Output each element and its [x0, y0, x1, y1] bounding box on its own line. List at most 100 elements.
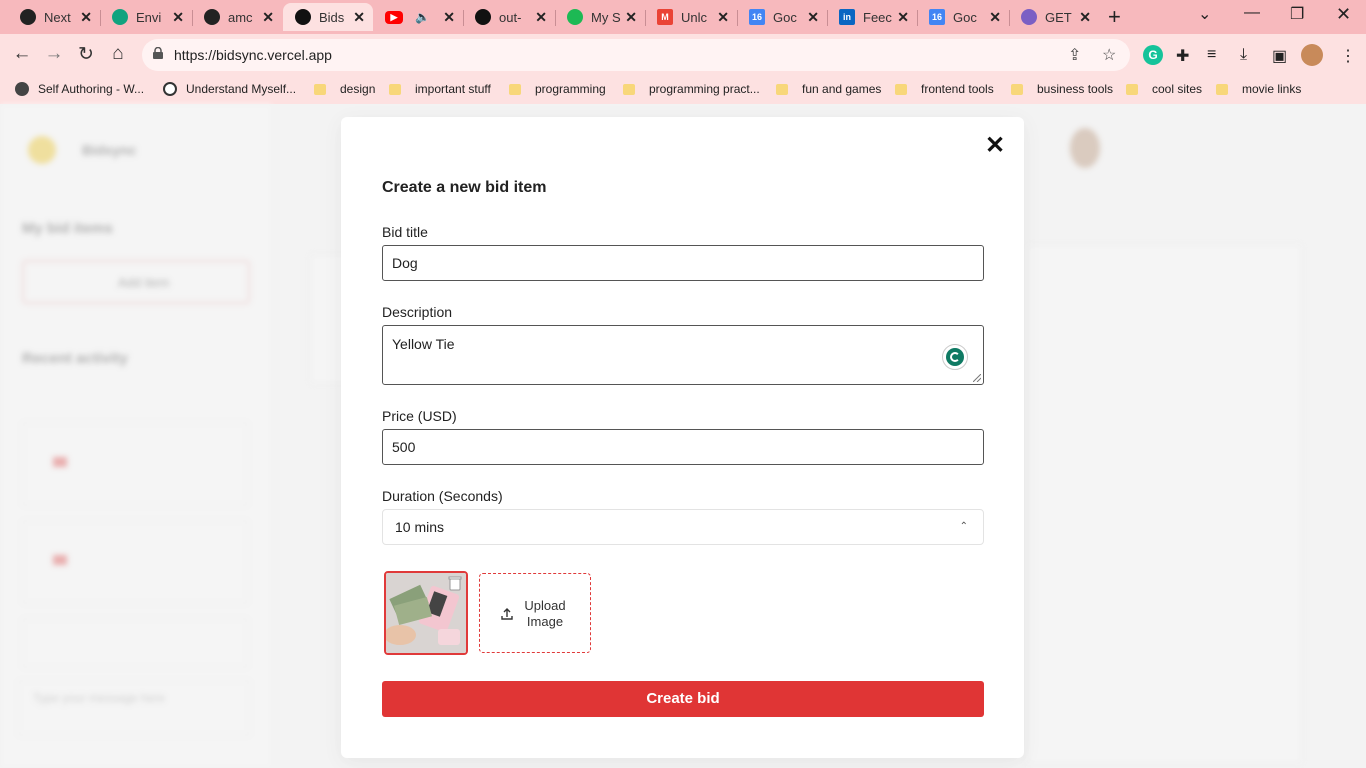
home-button[interactable]: ⌂ [106, 43, 130, 65]
gmail-icon: M [657, 9, 673, 25]
tab-close-icon[interactable]: ✕ [80, 9, 92, 25]
spotify-icon [567, 9, 583, 25]
browser-tab[interactable]: 16 Goc ✕ [917, 3, 1009, 31]
bookmark-folder[interactable]: programming [509, 82, 606, 96]
description-textarea[interactable]: Yellow Tie [382, 325, 984, 385]
folder-icon [509, 83, 521, 95]
price-input[interactable] [382, 429, 984, 465]
tab-favicon-icon [295, 9, 311, 25]
upload-image-button[interactable]: Upload Image [479, 573, 591, 653]
tab-close-icon[interactable]: ✕ [262, 9, 274, 25]
google-calendar-icon: 16 [749, 9, 765, 25]
description-label: Description [382, 304, 453, 320]
menu-icon[interactable]: ⋮ [1340, 46, 1356, 66]
bookmark-folder[interactable]: important stuff [389, 82, 491, 96]
site-icon [15, 82, 29, 96]
browser-tab-active[interactable]: Bids ✕ [283, 3, 373, 31]
restore-button[interactable]: ❐ [1290, 4, 1304, 24]
bookmark-folder[interactable]: fun and games [776, 82, 881, 96]
folder-icon [1011, 83, 1023, 95]
browser-tab[interactable]: in Feec ✕ [827, 3, 917, 31]
minimize-button[interactable]: — [1244, 4, 1260, 22]
upload-label-line: Upload [524, 598, 566, 613]
create-bid-modal: ✕ Create a new bid item Bid title Descri… [341, 117, 1024, 758]
duration-value: 10 mins [395, 519, 445, 535]
upload-label-line: Image [526, 614, 564, 629]
tab-search-icon[interactable]: ⌄ [1198, 4, 1211, 24]
bookmark-item[interactable]: Understand Myself... [163, 82, 296, 96]
grammarly-extension-icon[interactable]: G [1143, 45, 1163, 65]
price-label: Price (USD) [382, 408, 457, 424]
profile-avatar[interactable] [1301, 44, 1323, 66]
modal-title: Create a new bid item [382, 179, 547, 196]
tab-close-icon[interactable]: ✕ [1079, 9, 1091, 25]
extensions-icon[interactable]: ✚ [1176, 46, 1189, 66]
browser-tab[interactable]: GET ✕ [1009, 3, 1099, 31]
bookmark-folder[interactable]: business tools [1011, 82, 1113, 96]
tab-close-icon[interactable]: ✕ [443, 9, 455, 25]
google-calendar-icon: 16 [929, 9, 945, 25]
side-panel-icon[interactable]: ▣ [1272, 46, 1287, 66]
tab-favicon-icon [20, 9, 36, 25]
browser-tab[interactable]: 16 Goc ✕ [737, 3, 827, 31]
bid-title-label: Bid title [382, 224, 428, 240]
select-caret-icon: ⌃ [959, 521, 968, 532]
media-control-icon[interactable]: ≡ [1207, 46, 1216, 64]
bookmark-folder[interactable]: design [314, 82, 375, 96]
bookmark-folder[interactable]: frontend tools [895, 82, 994, 96]
bookmark-folder[interactable]: programming pract... [623, 82, 760, 96]
tab-close-icon[interactable]: ✕ [535, 9, 547, 25]
audio-playing-icon[interactable]: 🔈 [415, 10, 430, 24]
browser-tab[interactable]: ▶ 🔈 ✕ [373, 3, 463, 31]
tab-favicon-icon [1021, 9, 1037, 25]
browser-tab[interactable]: out- ✕ [463, 3, 555, 31]
tab-close-icon[interactable]: ✕ [807, 9, 819, 25]
bookmarks-bar: Self Authoring - W... Understand Myself.… [0, 76, 1366, 104]
bookmark-item[interactable]: Self Authoring - W... [15, 82, 144, 96]
folder-icon [389, 83, 401, 95]
delete-image-icon[interactable] [448, 575, 462, 591]
browser-tab[interactable]: Envi ✕ [100, 3, 192, 31]
download-icon[interactable]: ⤓ [1240, 46, 1247, 64]
bookmark-star-icon[interactable]: ☆ [1102, 45, 1116, 65]
bookmark-folder[interactable]: cool sites [1126, 82, 1202, 96]
tab-favicon-icon [475, 9, 491, 25]
share-icon[interactable]: ⇪ [1068, 45, 1081, 65]
new-tab-button[interactable]: + [1108, 4, 1121, 30]
bookmark-label: cool sites [1152, 82, 1203, 96]
bookmark-label: frontend tools [921, 82, 994, 96]
bookmark-folder[interactable]: movie links [1216, 82, 1301, 96]
back-button[interactable]: ← [10, 43, 34, 65]
tab-close-icon[interactable]: ✕ [897, 9, 909, 25]
browser-tab[interactable]: My S ✕ [555, 3, 645, 31]
create-bid-button[interactable]: Create bid [382, 681, 984, 717]
reload-button[interactable]: ↻ [74, 43, 98, 66]
tab-favicon-icon [112, 9, 128, 25]
browser-tab-bar: Next ✕ Envi ✕ amc ✕ Bids ✕ ▶ 🔈 ✕ out- ✕ … [0, 0, 1366, 34]
tab-close-icon[interactable]: ✕ [353, 9, 365, 25]
tab-title: Envi [136, 9, 162, 25]
browser-tab[interactable]: M Unlc ✕ [645, 3, 737, 31]
browser-toolbar: ← → ↻ ⌂ https://bidsync.vercel.app ⇪ ☆ G… [0, 34, 1366, 76]
bid-title-input[interactable] [382, 245, 984, 281]
bookmark-label: Understand Myself... [186, 82, 297, 96]
window-close-button[interactable]: ✕ [1336, 4, 1351, 25]
lock-icon[interactable] [153, 47, 163, 59]
tab-close-icon[interactable]: ✕ [625, 9, 637, 25]
tab-close-icon[interactable]: ✕ [989, 9, 1001, 25]
forward-button[interactable]: → [42, 43, 66, 65]
browser-tab[interactable]: Next ✕ [8, 3, 100, 31]
browser-tab[interactable]: amc ✕ [192, 3, 282, 31]
linkedin-icon: in [839, 9, 855, 25]
tab-close-icon[interactable]: ✕ [717, 9, 729, 25]
github-icon [204, 9, 220, 25]
resize-handle-icon[interactable] [973, 374, 981, 382]
address-bar[interactable]: https://bidsync.vercel.app ⇪ ☆ [142, 39, 1130, 71]
close-icon[interactable]: ✕ [984, 134, 1006, 158]
tab-close-icon[interactable]: ✕ [172, 9, 184, 25]
duration-select[interactable]: 10 mins ⌃ [382, 509, 984, 545]
folder-icon [776, 83, 788, 95]
bookmark-label: design [340, 82, 376, 96]
url-text[interactable]: https://bidsync.vercel.app [174, 47, 332, 63]
grammarly-icon[interactable] [942, 344, 968, 370]
